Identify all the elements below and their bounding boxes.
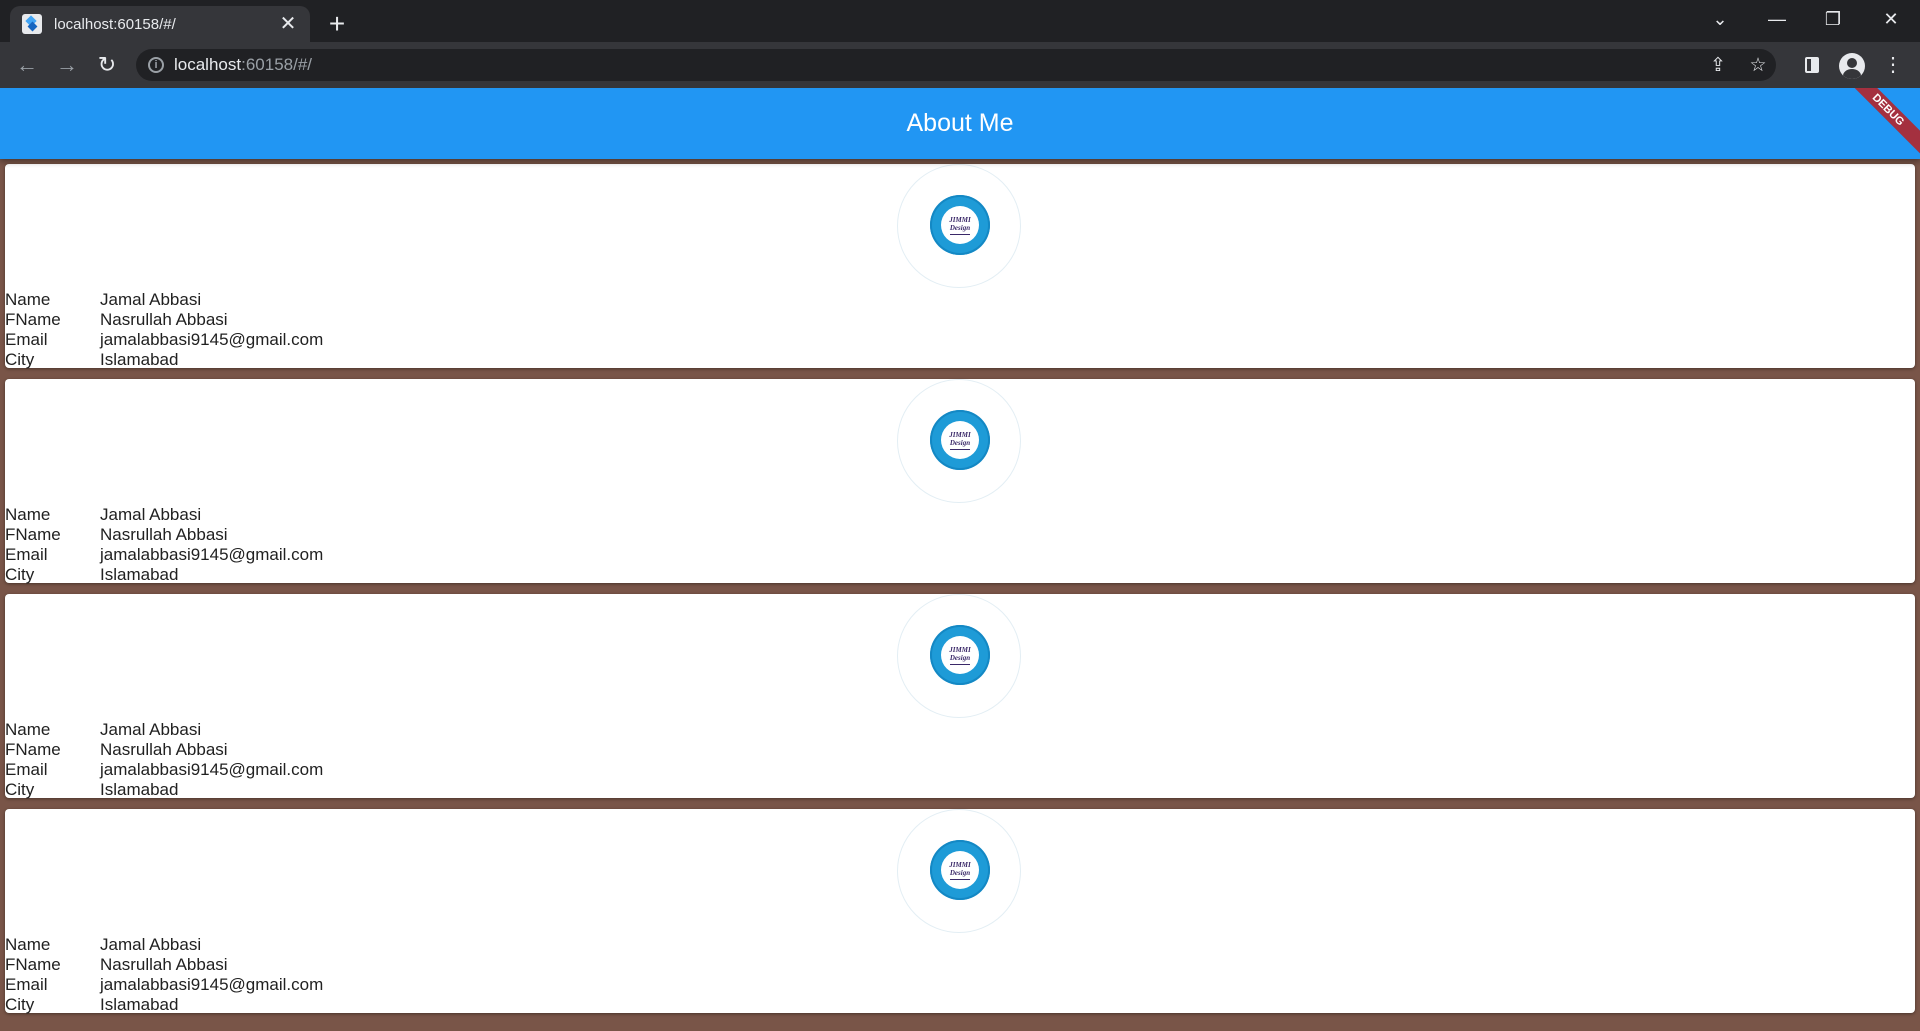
profile-card: JIMMI Design Name Jamal Abbasi FName Nasru… [5, 809, 1915, 1015]
browser-toolbar: ← → ↻ i localhost:60158/#/ ⇪ ☆ ⋮ [0, 42, 1920, 88]
fname-row: FName Nasrullah Abbasi [5, 955, 323, 975]
email-value: jamalabbasi9145@gmail.com [100, 760, 324, 779]
email-row: Email jamalabbasi9145@gmail.com [5, 975, 323, 995]
close-window-button[interactable]: ✕ [1866, 0, 1916, 38]
name-value: Jamal Abbasi [100, 720, 202, 739]
app-viewport: About Me DEBUG JIMMI Design Name Jamal Ab… [0, 88, 1920, 1031]
city-value: Islamabad [100, 780, 179, 799]
fname-value: Nasrullah Abbasi [100, 525, 228, 544]
profile-card: JIMMI Design Name Jamal Abbasi FName Nasru… [5, 594, 1915, 800]
city-label: City [5, 780, 35, 799]
email-label: Email [5, 545, 48, 564]
fname-row: FName Nasrullah Abbasi [5, 740, 323, 760]
logo-text-line2: Design [949, 653, 971, 662]
restore-button[interactable]: ❐ [1808, 0, 1858, 38]
profile-icon[interactable] [1839, 53, 1865, 79]
url-text[interactable]: localhost:60158/#/ [174, 55, 312, 75]
name-row: Name Jamal Abbasi [5, 720, 323, 740]
fname-value: Nasrullah Abbasi [100, 955, 228, 974]
tab-search-icon[interactable]: ⌄ [1695, 0, 1745, 38]
minimize-button[interactable]: — [1752, 0, 1802, 38]
name-row: Name Jamal Abbasi [5, 935, 323, 955]
logo-text-line2: Design [949, 868, 971, 877]
arrow-left-icon[interactable]: ← [12, 50, 42, 80]
name-label: Name [5, 505, 51, 524]
name-value: Jamal Abbasi [100, 505, 202, 524]
city-row: City Islamabad [5, 565, 323, 585]
city-row: City Islamabad [5, 350, 323, 370]
info-icon[interactable]: i [148, 57, 164, 73]
app-title: About Me [906, 109, 1014, 137]
logo-text-line2: Design [949, 223, 971, 232]
fname-value: Nasrullah Abbasi [100, 740, 228, 759]
email-value: jamalabbasi9145@gmail.com [100, 330, 324, 349]
logo-text-line1: JIMMI [949, 215, 971, 224]
browser-tab[interactable]: localhost:60158/#/ ✕ [10, 6, 310, 42]
email-value: jamalabbasi9145@gmail.com [100, 975, 324, 994]
fname-row: FName Nasrullah Abbasi [5, 310, 323, 330]
reload-icon[interactable]: ↻ [92, 50, 122, 80]
circle-avatar: JIMMI Design [897, 379, 1021, 503]
city-value: Islamabad [100, 565, 179, 584]
city-row: City Islamabad [5, 995, 323, 1015]
profile-card: JIMMI Design Name Jamal Abbasi FName Nasru… [5, 379, 1915, 585]
circle-avatar: JIMMI Design [897, 164, 1021, 288]
city-row: City Islamabad [5, 780, 323, 800]
new-tab-button[interactable]: + [322, 9, 352, 39]
name-label: Name [5, 935, 51, 954]
email-label: Email [5, 330, 48, 349]
browser-tab-strip: localhost:60158/#/ ✕ + ⌄ — ❐ ✕ [0, 0, 1920, 42]
logo-text-line1: JIMMI [949, 645, 971, 654]
logo-text-line1: JIMMI [949, 860, 971, 869]
name-label: Name [5, 720, 51, 739]
city-label: City [5, 565, 35, 584]
address-bar[interactable]: i localhost:60158/#/ ⇪ ☆ [136, 49, 1776, 81]
star-icon[interactable]: ☆ [1746, 54, 1770, 78]
arrow-right-icon[interactable]: → [52, 50, 82, 80]
email-row: Email jamalabbasi9145@gmail.com [5, 760, 323, 780]
tab-title: localhost:60158/#/ [54, 15, 176, 33]
email-value: jamalabbasi9145@gmail.com [100, 545, 324, 564]
logo-text-line2: Design [949, 438, 971, 447]
fname-value: Nasrullah Abbasi [100, 310, 228, 329]
fname-row: FName Nasrullah Abbasi [5, 525, 323, 545]
city-label: City [5, 995, 35, 1014]
flutter-favicon-icon [22, 14, 42, 34]
circle-avatar: JIMMI Design [897, 594, 1021, 718]
kebab-menu-icon[interactable]: ⋮ [1880, 52, 1906, 78]
tab-close-icon[interactable]: ✕ [278, 14, 298, 34]
city-label: City [5, 350, 35, 369]
jimmi-design-logo: JIMMI Design [930, 410, 990, 470]
email-label: Email [5, 760, 48, 779]
name-value: Jamal Abbasi [100, 935, 202, 954]
fname-label: FName [5, 740, 61, 759]
email-label: Email [5, 975, 48, 994]
email-row: Email jamalabbasi9145@gmail.com [5, 330, 323, 350]
email-row: Email jamalabbasi9145@gmail.com [5, 545, 323, 565]
jimmi-design-logo: JIMMI Design [930, 840, 990, 900]
circle-avatar: JIMMI Design [897, 809, 1021, 933]
name-row: Name Jamal Abbasi [5, 505, 323, 525]
app-bar: About Me [0, 88, 1920, 159]
jimmi-design-logo: JIMMI Design [930, 625, 990, 685]
fname-label: FName [5, 525, 61, 544]
name-row: Name Jamal Abbasi [5, 290, 323, 310]
fname-label: FName [5, 310, 61, 329]
name-value: Jamal Abbasi [100, 290, 202, 309]
logo-text-line1: JIMMI [949, 430, 971, 439]
fname-label: FName [5, 955, 61, 974]
side-panel-icon[interactable] [1799, 52, 1825, 78]
profile-card: JIMMI Design Name Jamal Abbasi FName Nasru… [5, 164, 1915, 370]
city-value: Islamabad [100, 350, 179, 369]
city-value: Islamabad [100, 995, 179, 1014]
jimmi-design-logo: JIMMI Design [930, 195, 990, 255]
name-label: Name [5, 290, 51, 309]
share-icon[interactable]: ⇪ [1706, 54, 1730, 78]
